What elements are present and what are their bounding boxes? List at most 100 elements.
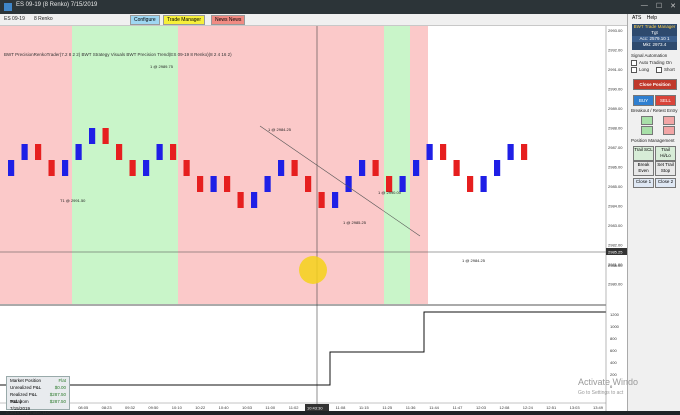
configure-button[interactable]: Configure xyxy=(130,15,160,25)
renko-brick xyxy=(372,160,379,176)
checkbox-icon[interactable] xyxy=(631,67,637,73)
breakout-long-box[interactable] xyxy=(641,116,653,125)
trade-label: 1 @ 2985.25 xyxy=(343,220,367,225)
time-tick-label: 10:40 xyxy=(219,405,230,410)
app-window: ES 09-19 (8 Renko) 7/15/2019 — ☐ ✕ ES 09… xyxy=(0,0,680,415)
price-tick-label: 2993.00 xyxy=(608,28,623,33)
market-position-panel: Market Position Flat Unrealized P&L $0.00 Re… xyxy=(6,376,70,411)
market-panel-row: Unrealized P&L $0.00 xyxy=(7,384,69,391)
short-checkbox[interactable]: Short xyxy=(656,67,675,73)
menu-help[interactable]: Help xyxy=(647,15,657,21)
retest-short-box[interactable] xyxy=(663,126,675,135)
price-tick-label: 2980.00 xyxy=(608,282,623,287)
instrument-selector[interactable]: ES 09-19 xyxy=(4,15,25,23)
menu-ats[interactable]: ATS xyxy=(632,15,641,21)
maximize-icon[interactable]: ☐ xyxy=(656,2,662,10)
renko-brick xyxy=(467,176,474,192)
auto-trading-checkbox[interactable]: Auto Trading On xyxy=(631,60,672,66)
close-2-button[interactable]: Close 2 xyxy=(655,178,676,188)
market-panel-value: $287.50 xyxy=(49,392,66,397)
price-tick-label: 2989.00 xyxy=(608,106,623,111)
renko-brick xyxy=(494,160,501,176)
sell-button[interactable]: SELL xyxy=(655,95,676,106)
trade-label: T1 @ 2991.50 xyxy=(60,198,86,203)
trail-hilo-button[interactable]: Trail Hi/Lo xyxy=(655,146,676,161)
watermark-line-1: Activate Windo xyxy=(578,377,639,387)
signal-automation-label: Signal Automation xyxy=(631,53,668,58)
renko-brick xyxy=(116,144,123,160)
market-panel-row: P&L from 7/15/2019 $287.50 xyxy=(7,398,69,411)
long-checkbox[interactable]: Long xyxy=(631,67,649,73)
renko-brick xyxy=(170,144,177,160)
renko-brick xyxy=(143,160,150,176)
close-position-button[interactable]: Close Position xyxy=(633,79,677,90)
price-tick-label: 2985.00 xyxy=(608,184,623,189)
time-tick-label: 11:47 xyxy=(453,405,463,410)
retest-long-box[interactable] xyxy=(641,126,653,135)
renko-brick xyxy=(224,176,231,192)
crosshair-price-label: 2985.25 xyxy=(608,250,623,255)
chart-indicator-info: BWT PrecisionRenkoTrader(7.2 8 2 2) BWT … xyxy=(4,52,232,57)
time-tick-label: 11:25 xyxy=(382,405,392,410)
time-tick-label: 09:32 xyxy=(125,405,136,410)
renko-brick xyxy=(440,144,447,160)
window-title: ES 09-19 (8 Renko) 7/15/2019 xyxy=(16,2,98,8)
renko-brick xyxy=(332,192,339,208)
trade-manager-button[interactable]: Trade Manager xyxy=(163,15,205,25)
checkbox-icon[interactable] xyxy=(656,67,662,73)
time-tick-label: 11:08 xyxy=(336,405,346,410)
time-tick-label: 11:44 xyxy=(429,405,439,410)
renko-brick xyxy=(345,176,352,192)
close-1-button[interactable]: Close 1 xyxy=(633,178,654,188)
minimize-icon[interactable]: — xyxy=(641,2,648,10)
time-tick-label: 13:49 xyxy=(593,405,604,410)
bar-type-selector[interactable]: 8 Renko xyxy=(34,15,53,23)
trail-scl-button[interactable]: Trail SCL xyxy=(633,146,654,161)
market-panel-value: $287.50 xyxy=(49,399,66,404)
renko-brick xyxy=(251,192,258,208)
time-tick-label: 11:15 xyxy=(359,405,369,410)
auto-trading-label: Auto Trading On xyxy=(639,60,672,66)
time-tick-label: 12:08 xyxy=(499,405,510,410)
renko-brick xyxy=(453,160,460,176)
price-tick-label: 2986.00 xyxy=(608,165,623,170)
time-tick-label: 10:10 xyxy=(172,405,183,410)
pnl-panel-bg xyxy=(0,306,606,411)
close-icon[interactable]: ✕ xyxy=(670,2,676,10)
break-even-button[interactable]: Break Even xyxy=(633,161,654,176)
pnl-tick-label: 400 xyxy=(610,360,617,365)
news-button[interactable]: News News xyxy=(211,15,246,25)
renko-brick xyxy=(210,176,217,192)
trend-zone-green xyxy=(384,26,410,304)
renko-brick xyxy=(8,160,15,176)
time-tick-label: 12:24 xyxy=(523,405,534,410)
buy-button[interactable]: BUY xyxy=(633,95,654,106)
trade-label: 1 @ 2984.25 xyxy=(268,127,292,132)
price-tick-label: 2987.00 xyxy=(608,145,623,150)
renko-brick xyxy=(48,160,55,176)
renko-brick xyxy=(21,144,28,160)
long-label: Long xyxy=(639,67,650,73)
renko-brick xyxy=(62,160,69,176)
price-tick-label: 2992.00 xyxy=(608,48,623,53)
price-tick-label: 2988.00 xyxy=(608,126,623,131)
breakout-short-box[interactable] xyxy=(663,116,675,125)
watermark-line-2: Go to Settings to act xyxy=(578,390,624,396)
price-axis-bg xyxy=(606,26,627,411)
market-panel-value: $0.00 xyxy=(54,385,66,390)
trade-label: 1 @ 2989.75 xyxy=(150,64,174,69)
price-tick-label: 2983.00 xyxy=(608,223,623,228)
set-trail-stop-button[interactable]: Set Trail Stop xyxy=(655,161,676,176)
renko-brick xyxy=(480,176,487,192)
pnl-tick-label: 1200 xyxy=(610,312,620,317)
pnl-tick-label: 1000 xyxy=(610,324,620,329)
time-tick-label: 10:22 xyxy=(195,405,206,410)
renko-brick xyxy=(102,128,109,144)
pnl-tick-label: 600 xyxy=(610,348,617,353)
renko-brick xyxy=(129,160,136,176)
checkbox-icon[interactable] xyxy=(631,60,637,66)
renko-brick xyxy=(413,160,420,176)
position-management-label: Position Management xyxy=(631,138,675,143)
renko-brick xyxy=(75,144,82,160)
renko-chart[interactable]: T1 @ 2991.50 1 @ 2989.75 1 @ 2984.25 1 @ 29… xyxy=(0,26,627,415)
